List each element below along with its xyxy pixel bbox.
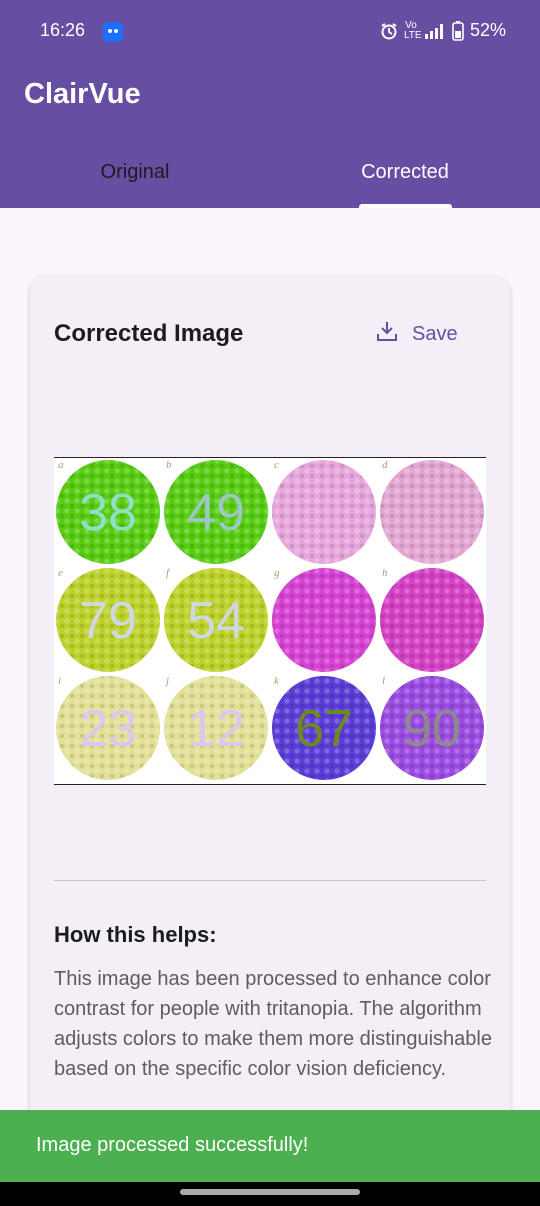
plate-a-number: 38 (79, 484, 137, 542)
plate-letter-g: g (274, 567, 280, 579)
signal-icon (424, 23, 446, 39)
plate-h (380, 568, 484, 672)
help-text: This image has been processed to enhance… (54, 968, 492, 1080)
save-label: Save (412, 322, 458, 345)
tab-corrected[interactable]: Corrected (270, 148, 540, 208)
plate-i-number: 23 (79, 700, 137, 758)
tab-original[interactable]: Original (0, 148, 270, 208)
plate-l: 90 (380, 676, 484, 780)
plate-i: 23 (56, 676, 160, 780)
plate-b: 49 (164, 460, 268, 564)
home-gesture-handle[interactable] (180, 1189, 360, 1195)
plate-l-number: 90 (403, 700, 461, 758)
plate-letter-d: d (382, 459, 388, 471)
divider (54, 880, 486, 881)
plate-f: 54 (164, 568, 268, 672)
plate-letter-f: f (166, 567, 171, 579)
status-right-icons: Vo LTE 52% (380, 20, 506, 41)
tab-bar: Original Corrected (0, 148, 540, 208)
plate-d (380, 460, 484, 564)
app-header: 16:26 Vo LTE 52% ClairVue Original Corre… (0, 0, 540, 208)
plate-a: 38 (56, 460, 160, 564)
alarm-icon (380, 22, 398, 40)
plate-f-number: 54 (187, 592, 245, 650)
plate-e: 79 (56, 568, 160, 672)
corrected-ishihara-image: 38 49 79 54 23 12 67 90 a b c d e f g h … (54, 457, 486, 785)
success-snackbar: Image processed successfully! (0, 1110, 540, 1182)
plate-letter-j: j (164, 675, 169, 687)
app-title: ClairVue (24, 78, 141, 110)
battery-icon (452, 20, 464, 41)
plate-k-number: 67 (295, 700, 353, 758)
notification-app-icon (103, 22, 123, 42)
plate-letter-b: b (166, 459, 172, 471)
plate-letter-l: l (382, 675, 385, 687)
plate-letter-i: i (58, 675, 61, 687)
plate-letter-k: k (274, 675, 280, 687)
download-icon (376, 320, 398, 348)
status-bar: 16:26 Vo LTE 52% (0, 0, 540, 64)
plate-k: 67 (272, 676, 376, 780)
plate-letter-a: a (58, 459, 64, 471)
plate-letter-h: h (382, 567, 388, 579)
plate-j: 12 (164, 676, 268, 780)
card-title: Corrected Image (54, 320, 244, 347)
help-heading: How this helps: (54, 922, 217, 947)
plate-b-number: 49 (187, 484, 245, 542)
plate-letter-c: c (274, 459, 279, 471)
plate-g (272, 568, 376, 672)
plate-e-number: 79 (79, 592, 137, 650)
snackbar-message: Image processed successfully! (36, 1134, 309, 1156)
save-button[interactable]: Save (376, 320, 458, 348)
battery-percent: 52% (469, 20, 506, 40)
plate-j-number: 12 (187, 700, 245, 758)
volte-indicator: Vo LTE (403, 19, 422, 41)
corrected-image-card: Corrected Image Save 38 49 79 54 23 12 6… (30, 276, 510, 1136)
tab-indicator (359, 204, 452, 208)
plate-letter-e: e (58, 567, 63, 579)
plate-c (272, 460, 376, 564)
status-time: 16:26 (40, 20, 86, 40)
